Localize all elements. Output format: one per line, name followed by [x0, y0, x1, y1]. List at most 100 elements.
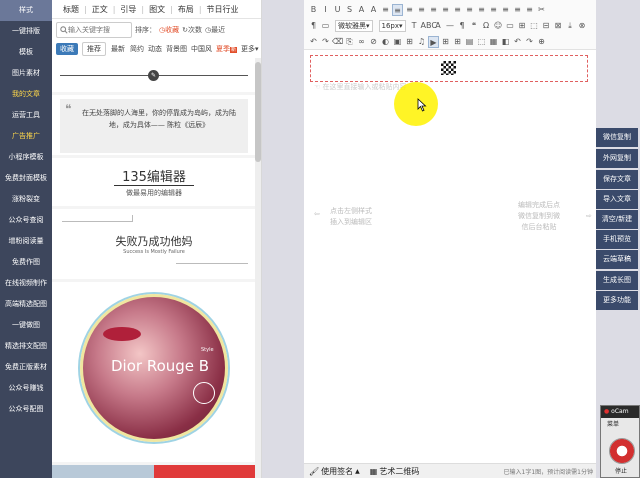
template-dior[interactable]: Style Dior Rouge B	[52, 282, 256, 462]
toolbar-button-icon[interactable]: ☺	[493, 20, 504, 32]
move-handle-icon[interactable]	[441, 61, 456, 75]
nav-item[interactable]: 免费封面模板	[0, 168, 52, 189]
toolbar-button-icon[interactable]: ≡	[500, 4, 511, 16]
toolbar-button-icon[interactable]: T	[409, 20, 420, 32]
toolbar-button-icon[interactable]: ⊠	[553, 20, 564, 32]
ocam-stop-button[interactable]	[609, 438, 635, 464]
toolbar-button-icon[interactable]: S	[344, 4, 355, 16]
toolbar-button-icon[interactable]: ⊞	[517, 20, 528, 32]
toolbar-button-icon[interactable]: A	[368, 4, 379, 16]
toolbar-button-icon[interactable]: ¶	[457, 20, 468, 32]
right-action-button[interactable]: 外网复制	[596, 149, 638, 168]
toolbar-button-icon[interactable]: ⬚	[529, 20, 540, 32]
nav-item[interactable]: 高端精选配图	[0, 294, 52, 315]
filter-favorites[interactable]: 收藏	[56, 43, 78, 55]
filter-simple[interactable]: 简约	[130, 43, 144, 55]
nav-item[interactable]: 小程序模板	[0, 147, 52, 168]
search-box[interactable]	[56, 22, 132, 38]
filter-more[interactable]: 更多▾	[241, 43, 259, 55]
right-action-button[interactable]: 清空/新建	[596, 210, 638, 229]
font-family-select[interactable]: 微软雅黑 ▾	[335, 20, 373, 32]
search-input[interactable]	[68, 26, 128, 34]
toolbar-button-icon[interactable]: ≡	[416, 4, 427, 16]
toolbar-button-icon[interactable]: ∞	[356, 36, 367, 48]
toolbar-button-icon[interactable]: ≡	[512, 4, 523, 16]
toolbar-button-icon[interactable]: ✂	[536, 4, 547, 16]
right-action-button[interactable]: 云端草稿	[596, 250, 638, 269]
nav-item[interactable]: 一键排版	[0, 21, 52, 42]
category-tab[interactable]: 正文	[87, 4, 113, 15]
sort-option-recent[interactable]: ◷最近	[205, 25, 225, 35]
toolbar-button-icon[interactable]: ▦	[488, 36, 499, 48]
toolbar-button-icon[interactable]: Ω	[481, 20, 492, 32]
right-action-button[interactable]: 导入文章	[596, 190, 638, 209]
toolbar-button-icon[interactable]: ⌫	[332, 36, 343, 48]
filter-chinese[interactable]: 中国风	[191, 43, 212, 55]
toolbar-button-icon[interactable]: ⊟	[541, 20, 552, 32]
filter-recommended[interactable]: 推荐	[82, 42, 106, 56]
toolbar-button-icon[interactable]: ⊕	[536, 36, 547, 48]
ocam-menu[interactable]: 菜单	[601, 418, 639, 432]
category-tab[interactable]: 引导	[115, 4, 141, 15]
nav-item[interactable]: 精选排文配图	[0, 336, 52, 357]
nav-item[interactable]: 模板	[0, 42, 52, 63]
nav-item[interactable]: 公众号查阅	[0, 210, 52, 231]
toolbar-button-icon[interactable]: ▭	[505, 20, 516, 32]
toolbar-button-icon[interactable]: ▶	[428, 36, 439, 48]
nav-item[interactable]: 增粉阅读量	[0, 231, 52, 252]
nav-item[interactable]: 在线视频制作	[0, 273, 52, 294]
nav-item[interactable]: 图片素材	[0, 63, 52, 84]
nav-item[interactable]: 我的文章	[0, 84, 52, 105]
sort-option-favorites[interactable]: ◷收藏	[159, 25, 179, 35]
filter-dynamic[interactable]: 动态	[148, 43, 162, 55]
font-size-select[interactable]: 16px ▾	[378, 20, 406, 32]
toolbar-button-icon[interactable]: A	[433, 20, 444, 32]
toolbar-button-icon[interactable]: —	[445, 20, 456, 32]
toolbar-button-icon[interactable]: ▣	[392, 36, 403, 48]
toolbar-button-icon[interactable]: ⊞	[404, 36, 415, 48]
nav-item[interactable]: 公众号赚钱	[0, 378, 52, 399]
template-next[interactable]	[52, 465, 256, 478]
nav-item[interactable]: 涨粉裂变	[0, 189, 52, 210]
template-brand[interactable]: 135编辑器 做最易用的编辑器	[52, 158, 256, 206]
toolbar-button-icon[interactable]: ⊞	[440, 36, 451, 48]
toolbar-button-icon[interactable]: ⊘	[368, 36, 379, 48]
toolbar-button-icon[interactable]: U	[332, 4, 343, 16]
toolbar-button-icon[interactable]: B	[308, 4, 319, 16]
toolbar-button-icon[interactable]: ≡	[524, 4, 535, 16]
filter-latest[interactable]: 最新	[110, 43, 126, 55]
category-tab[interactable]: 布局	[173, 4, 199, 15]
toolbar-button-icon[interactable]: ◧	[500, 36, 511, 48]
nav-item[interactable]: 公众号配图	[0, 399, 52, 420]
toolbar-button-icon[interactable]: ≡	[404, 4, 415, 16]
sort-option-count[interactable]: ↻次数	[182, 25, 202, 35]
clear-format-icon[interactable]: ▭	[320, 20, 331, 32]
toolbar-button-icon[interactable]: ≡	[428, 4, 439, 16]
toolbar-button-icon[interactable]: ⊞	[452, 36, 463, 48]
nav-item[interactable]: 运营工具	[0, 105, 52, 126]
signature-button[interactable]: 🖌 使用签名 ▲	[304, 464, 365, 478]
toolbar-button-icon[interactable]: ≡	[392, 4, 403, 16]
nav-item[interactable]: 免费正版素材	[0, 357, 52, 378]
toolbar-button-icon[interactable]: ≡	[464, 4, 475, 16]
toolbar-button-icon[interactable]: ▤	[464, 36, 475, 48]
toolbar-button-icon[interactable]: A	[356, 4, 367, 16]
toolbar-button-icon[interactable]: ≡	[476, 4, 487, 16]
right-action-button[interactable]: 手机预览	[596, 230, 638, 249]
right-action-button[interactable]: 微信复制	[596, 128, 638, 147]
category-tab[interactable]: 节日行业	[202, 4, 244, 15]
template-quote[interactable]: ❝ 在无处落脚的人海里，你的停靠成为岛屿，成为陆地，成为具体—— 陈粒《远辰》	[52, 95, 256, 155]
toolbar-button-icon[interactable]: ⊗	[577, 20, 588, 32]
filter-summer[interactable]: 夏季新	[216, 43, 238, 55]
filter-background[interactable]: 背景图	[166, 43, 187, 55]
right-action-button[interactable]: 生成长图	[596, 271, 638, 290]
toolbar-button-icon[interactable]: ↶	[308, 36, 319, 48]
toolbar-button-icon[interactable]: ◐	[380, 36, 391, 48]
nav-item[interactable]: 样式	[0, 0, 52, 21]
category-tab[interactable]: 标题	[58, 4, 84, 15]
nav-item[interactable]: 广告推广	[0, 126, 52, 147]
toolbar-button-icon[interactable]: ABC	[421, 20, 437, 32]
toolbar-button-icon[interactable]: I	[320, 4, 331, 16]
toolbar-button-icon[interactable]: ⤓	[565, 20, 576, 32]
template-divider[interactable]: ✎	[52, 58, 256, 92]
